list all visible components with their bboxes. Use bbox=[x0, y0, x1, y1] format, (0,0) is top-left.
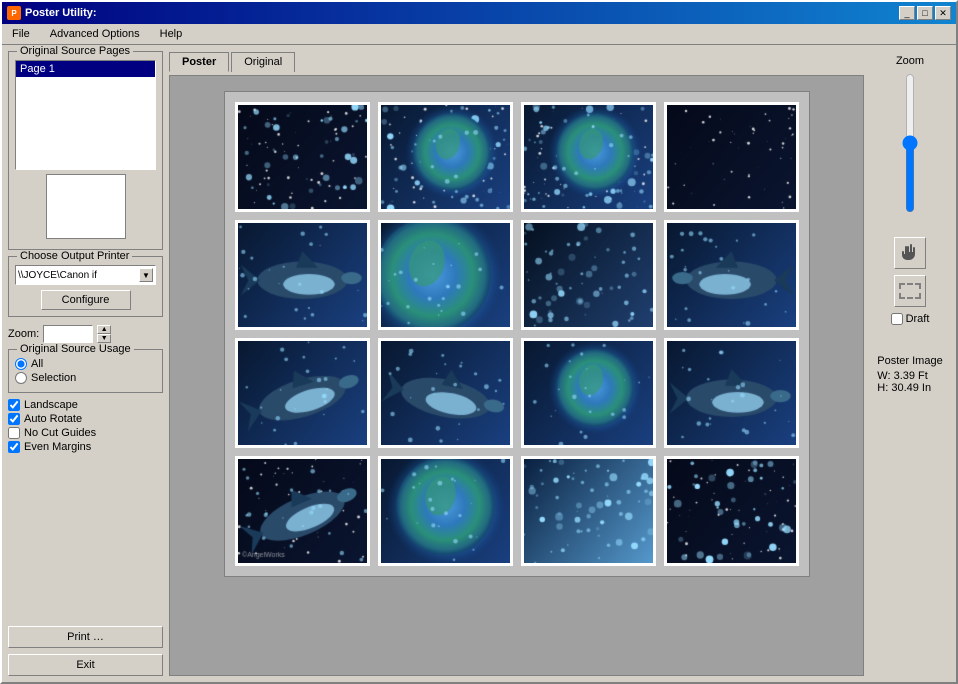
poster-tile bbox=[235, 456, 370, 566]
menu-file[interactable]: File bbox=[6, 26, 36, 42]
menu-help[interactable]: Help bbox=[154, 26, 189, 42]
page-preview bbox=[46, 174, 126, 239]
checkbox-evenmargins-label: Even Margins bbox=[24, 441, 91, 453]
radio-all-label: All bbox=[31, 358, 43, 370]
draft-label: Draft bbox=[906, 313, 930, 325]
window-title: Poster Utility: bbox=[25, 7, 97, 19]
main-area: Poster Original bbox=[169, 51, 864, 676]
source-pages-group: Original Source Pages Page 1 bbox=[8, 51, 163, 250]
checkbox-nocutguides-row: No Cut Guides bbox=[8, 427, 163, 439]
poster-area[interactable] bbox=[169, 75, 864, 676]
dashed-rect-icon bbox=[899, 283, 921, 299]
main-window: P Poster Utility: _ □ ✕ File Advanced Op… bbox=[0, 0, 958, 684]
checkbox-autorotate-row: Auto Rotate bbox=[8, 413, 163, 425]
content-area: Original Source Pages Page 1 Choose Outp… bbox=[2, 45, 956, 682]
printer-select-row: \\JOYCE\Canon if ▼ bbox=[15, 265, 156, 285]
poster-info: Poster Image W: 3.39 Ft H: 30.49 In bbox=[873, 351, 946, 398]
radio-selection[interactable] bbox=[15, 372, 27, 384]
zoom-down-button[interactable]: ▼ bbox=[97, 334, 111, 343]
menu-bar: File Advanced Options Help bbox=[2, 24, 956, 45]
checkbox-evenmargins-row: Even Margins bbox=[8, 441, 163, 453]
selection-tool-button[interactable] bbox=[894, 275, 926, 307]
poster-tile bbox=[664, 220, 799, 330]
checkbox-evenmargins[interactable] bbox=[8, 441, 20, 453]
zoom-up-button[interactable]: ▲ bbox=[97, 325, 111, 334]
checkbox-nocutguides[interactable] bbox=[8, 427, 20, 439]
poster-tile bbox=[664, 338, 799, 448]
configure-button[interactable]: Configure bbox=[41, 290, 131, 310]
checkbox-autorotate[interactable] bbox=[8, 413, 20, 425]
pan-tool-button[interactable] bbox=[894, 237, 926, 269]
poster-tile bbox=[378, 456, 513, 566]
poster-tile bbox=[235, 220, 370, 330]
app-icon: P bbox=[7, 6, 21, 20]
bottom-buttons: Print … Exit bbox=[8, 626, 163, 676]
title-bar-left: P Poster Utility: bbox=[7, 6, 97, 20]
zoom-slider[interactable] bbox=[900, 73, 920, 213]
poster-canvas bbox=[224, 91, 810, 577]
left-panel: Original Source Pages Page 1 Choose Outp… bbox=[8, 51, 163, 676]
title-bar: P Poster Utility: _ □ ✕ bbox=[2, 2, 956, 24]
right-panel: Zoom Draft Poster Image W: 3.39 Ft H: 30… bbox=[870, 51, 950, 676]
tabs: Poster Original bbox=[169, 51, 864, 71]
checkbox-autorotate-label: Auto Rotate bbox=[24, 413, 82, 425]
minimize-button[interactable]: _ bbox=[899, 6, 915, 20]
printer-group: Choose Output Printer \\JOYCE\Canon if ▼… bbox=[8, 256, 163, 317]
printer-dropdown-arrow[interactable]: ▼ bbox=[139, 268, 153, 282]
poster-tile bbox=[378, 220, 513, 330]
radio-all-row: All bbox=[15, 358, 156, 370]
tab-original[interactable]: Original bbox=[231, 52, 295, 72]
poster-tile bbox=[521, 220, 656, 330]
hand-icon bbox=[898, 241, 922, 265]
radio-selection-row: Selection bbox=[15, 372, 156, 384]
draft-checkbox[interactable] bbox=[891, 313, 903, 325]
poster-tile bbox=[235, 338, 370, 448]
poster-tile bbox=[378, 338, 513, 448]
source-usage-label: Original Source Usage bbox=[17, 343, 134, 355]
page-list[interactable]: Page 1 bbox=[15, 60, 156, 170]
checkboxes-area: Landscape Auto Rotate No Cut Guides Even… bbox=[8, 399, 163, 455]
menu-advanced-options[interactable]: Advanced Options bbox=[44, 26, 146, 42]
zoom-slider-container bbox=[900, 73, 920, 223]
poster-tile bbox=[521, 338, 656, 448]
zoom-panel-label: Zoom bbox=[896, 55, 924, 67]
poster-tile bbox=[378, 102, 513, 212]
printer-dropdown[interactable]: \\JOYCE\Canon if ▼ bbox=[15, 265, 156, 285]
poster-tile bbox=[521, 456, 656, 566]
checkbox-landscape[interactable] bbox=[8, 399, 20, 411]
zoom-spinners: ▲ ▼ bbox=[97, 325, 111, 343]
maximize-button[interactable]: □ bbox=[917, 6, 933, 20]
zoom-row: Zoom: 692 ▲ ▼ bbox=[8, 325, 163, 343]
checkbox-landscape-row: Landscape bbox=[8, 399, 163, 411]
checkbox-landscape-label: Landscape bbox=[24, 399, 78, 411]
tab-poster[interactable]: Poster bbox=[169, 52, 229, 72]
close-button[interactable]: ✕ bbox=[935, 6, 951, 20]
source-pages-label: Original Source Pages bbox=[17, 45, 133, 57]
page-list-item[interactable]: Page 1 bbox=[16, 61, 155, 77]
radio-selection-label: Selection bbox=[31, 372, 76, 384]
print-button[interactable]: Print … bbox=[8, 626, 163, 648]
printer-value: \\JOYCE\Canon if bbox=[18, 270, 108, 281]
poster-height-value: H: 30.49 In bbox=[877, 382, 942, 394]
poster-tile bbox=[664, 102, 799, 212]
poster-image-label: Poster Image bbox=[877, 355, 942, 367]
source-usage-group: Original Source Usage All Selection bbox=[8, 349, 163, 393]
draft-row: Draft bbox=[891, 313, 930, 325]
zoom-label: Zoom: bbox=[8, 328, 39, 340]
zoom-input[interactable]: 692 bbox=[43, 325, 93, 343]
poster-tile bbox=[521, 102, 656, 212]
exit-button[interactable]: Exit bbox=[8, 654, 163, 676]
poster-tile bbox=[664, 456, 799, 566]
poster-width-value: W: 3.39 Ft bbox=[877, 370, 942, 382]
radio-all[interactable] bbox=[15, 358, 27, 370]
title-buttons: _ □ ✕ bbox=[899, 6, 951, 20]
printer-group-label: Choose Output Printer bbox=[17, 250, 132, 262]
poster-tile bbox=[235, 102, 370, 212]
checkbox-nocutguides-label: No Cut Guides bbox=[24, 427, 96, 439]
